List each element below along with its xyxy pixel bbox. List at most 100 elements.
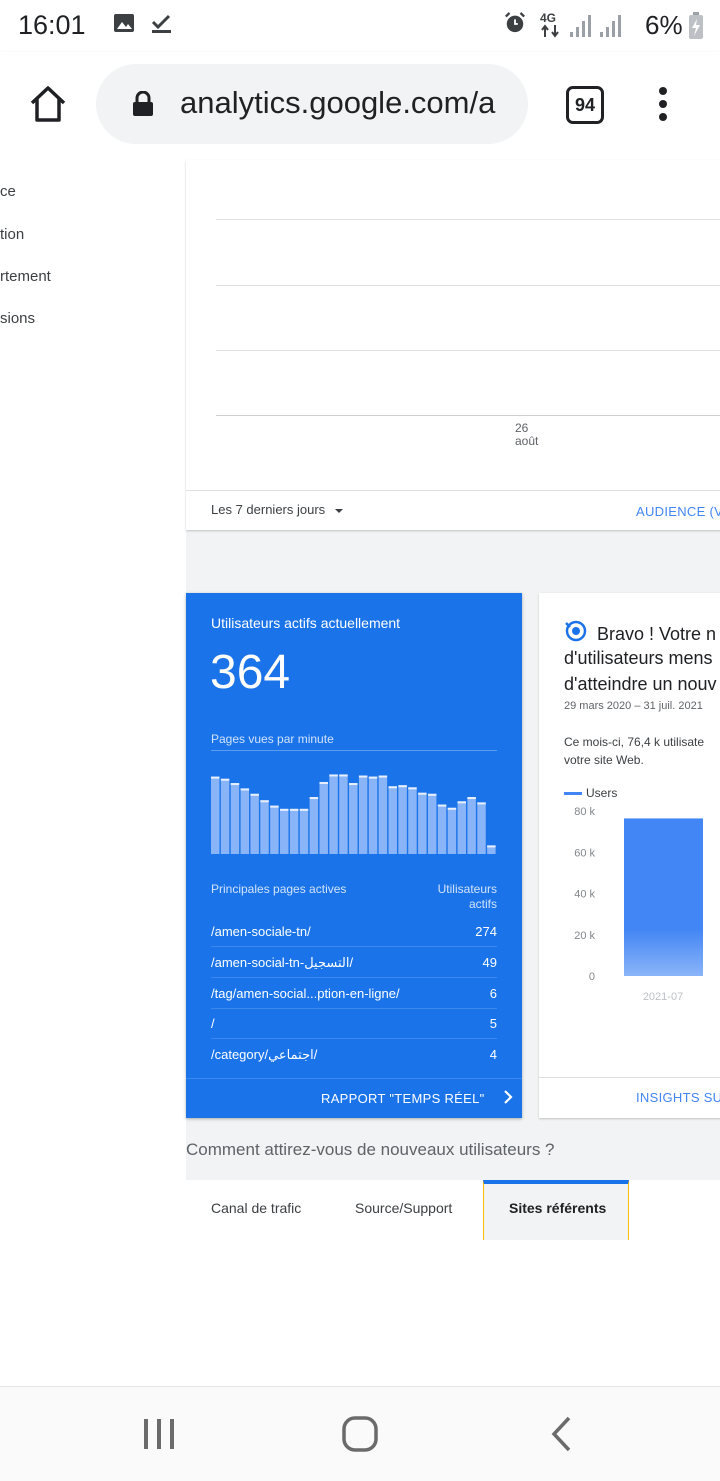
pageview-bar [339,774,348,854]
gridline [216,285,720,286]
pageview-bar-cap [240,788,250,791]
x-tick-label: 2021-07 [643,991,683,1001]
page-path: /category/اجتماعي/ [211,1047,318,1062]
pageview-bar [299,808,309,854]
card-divider [539,1077,720,1078]
dropdown-arrow-icon [334,508,343,513]
insight-desc-line2: votre site Web. [564,753,644,767]
x-tick-month: août [515,434,539,448]
users-bar [624,818,703,976]
insight-card: Bravo ! Votre n d'utilisateurs mens d'at… [539,593,720,1118]
realtime-report-link[interactable]: RAPPORT "TEMPS RÉEL" [321,1090,513,1106]
alarm-icon [505,12,525,33]
pageview-bar-cap [339,774,348,777]
page-users: 4 [489,1047,497,1062]
pageview-bar-cap [260,800,269,803]
insights-link[interactable]: INSIGHTS SUR [636,1090,720,1105]
pageview-bar [437,804,447,854]
realtime-card: Utilisateurs actifs actuellement 364 Pag… [186,593,522,1118]
tab-traffic-channel[interactable]: Canal de trafic [211,1200,301,1216]
legend-swatch [564,792,582,796]
pageview-bar [211,776,220,854]
pageview-bar [329,774,338,854]
users-bar-chart: 80 k 60 k 40 k 20 k 0 2021-07 [574,806,703,1001]
sidebar-item-3[interactable]: rtement [0,268,51,285]
more-menu-icon[interactable] [656,86,670,122]
gridline [216,219,720,220]
download-done-icon [151,14,171,33]
page-path: /amen-sociale-tn/ [211,924,311,939]
table-row[interactable]: /tag/amen-social...ption-en-ligne/ 6 [211,978,497,1009]
pageview-bar-cap [378,775,388,778]
pageview-bar [250,793,259,854]
y-tick-label: 0 [589,971,595,983]
date-range-dropdown[interactable]: Les 7 derniers jours [211,502,343,517]
table-row[interactable]: /amen-social-tn-التسجيل/ 49 [211,947,497,978]
sidebar: ce tion rtement sions [0,160,186,1386]
top-pages-header: Principales pages actives [211,882,347,896]
pageviews-bar-chart [211,774,496,854]
page-path: /amen-social-tn-التسجيل/ [211,955,354,970]
pageview-bar-cap [349,783,358,786]
sidebar-item-1[interactable]: ce [0,183,16,200]
pageview-bar-cap [230,783,240,786]
pageview-bar-cap [398,785,407,788]
pageview-bar [418,792,427,854]
sidebar-item-2[interactable]: tion [0,226,24,243]
pageview-bar [309,797,319,854]
pageview-bar [368,776,378,854]
page-users: 6 [489,986,497,1001]
status-time: 16:01 [18,10,86,40]
date-range-label: Les 7 derniers jours [211,502,326,517]
pageview-bar [358,775,368,854]
pageview-bar-cap [487,845,496,848]
pageview-bar-cap [329,774,338,777]
card-divider [186,490,720,491]
tab-switcher-button[interactable]: 94 [566,86,604,124]
back-icon[interactable] [548,1415,574,1453]
browser-toolbar: analytics.google.com/a 94 [0,52,720,160]
legend-label: Users [586,786,618,800]
pageview-bar [388,786,397,854]
pageview-bar-cap [437,804,447,807]
data-arrows-icon [541,24,559,38]
pageview-bar [408,787,417,854]
overview-card: 26 août Les 7 derniers jours AUDIENCE (V [186,160,720,530]
x-axis [216,415,720,416]
pageview-bar-cap [211,776,220,779]
acquisition-title: Comment attirez-vous de nouveaux utilisa… [186,1140,555,1159]
tab-source-medium[interactable]: Source/Support [355,1200,452,1216]
home-nav-icon[interactable] [341,1415,379,1453]
recent-apps-icon[interactable] [142,1417,176,1451]
insight-title-line1: Bravo ! Votre n [597,624,717,644]
active-users-count: 364 [210,646,291,699]
page-users: 5 [489,1016,497,1031]
tab-referral-sites[interactable]: Sites référents [509,1200,606,1216]
network-type: 4G [540,11,557,25]
card-divider [186,1078,522,1079]
pageview-bar [457,801,467,854]
users-header-line2: actifs [468,897,497,911]
insight-title-line2: d'utilisateurs mens [564,648,713,668]
y-tick-label: 80 k [574,806,595,818]
home-icon[interactable] [28,84,68,124]
table-row[interactable]: /amen-sociale-tn/ 274 [211,916,497,947]
pageview-bar-cap [289,808,299,811]
pageview-bar-cap [280,808,289,811]
url-bar[interactable]: analytics.google.com/a [96,64,528,144]
audience-report-link[interactable]: AUDIENCE (V [636,504,720,519]
pageview-bar [319,781,328,854]
insights-icon [565,620,587,642]
users-header-line1: Utilisateurs [437,882,497,896]
pageview-bar-cap [358,775,368,778]
pageview-bar [280,808,289,854]
sidebar-item-4[interactable]: sions [0,310,35,327]
table-row[interactable]: /category/اجتماعي/ 4 [211,1039,497,1069]
signal-icon [570,15,621,37]
gallery-icon [114,14,134,32]
url-text: analytics.google.com/a [180,85,496,120]
table-row[interactable]: / 5 [211,1008,497,1039]
pageview-bar [270,805,279,854]
pageview-bar-cap [447,807,457,810]
pageview-bar [378,775,388,854]
